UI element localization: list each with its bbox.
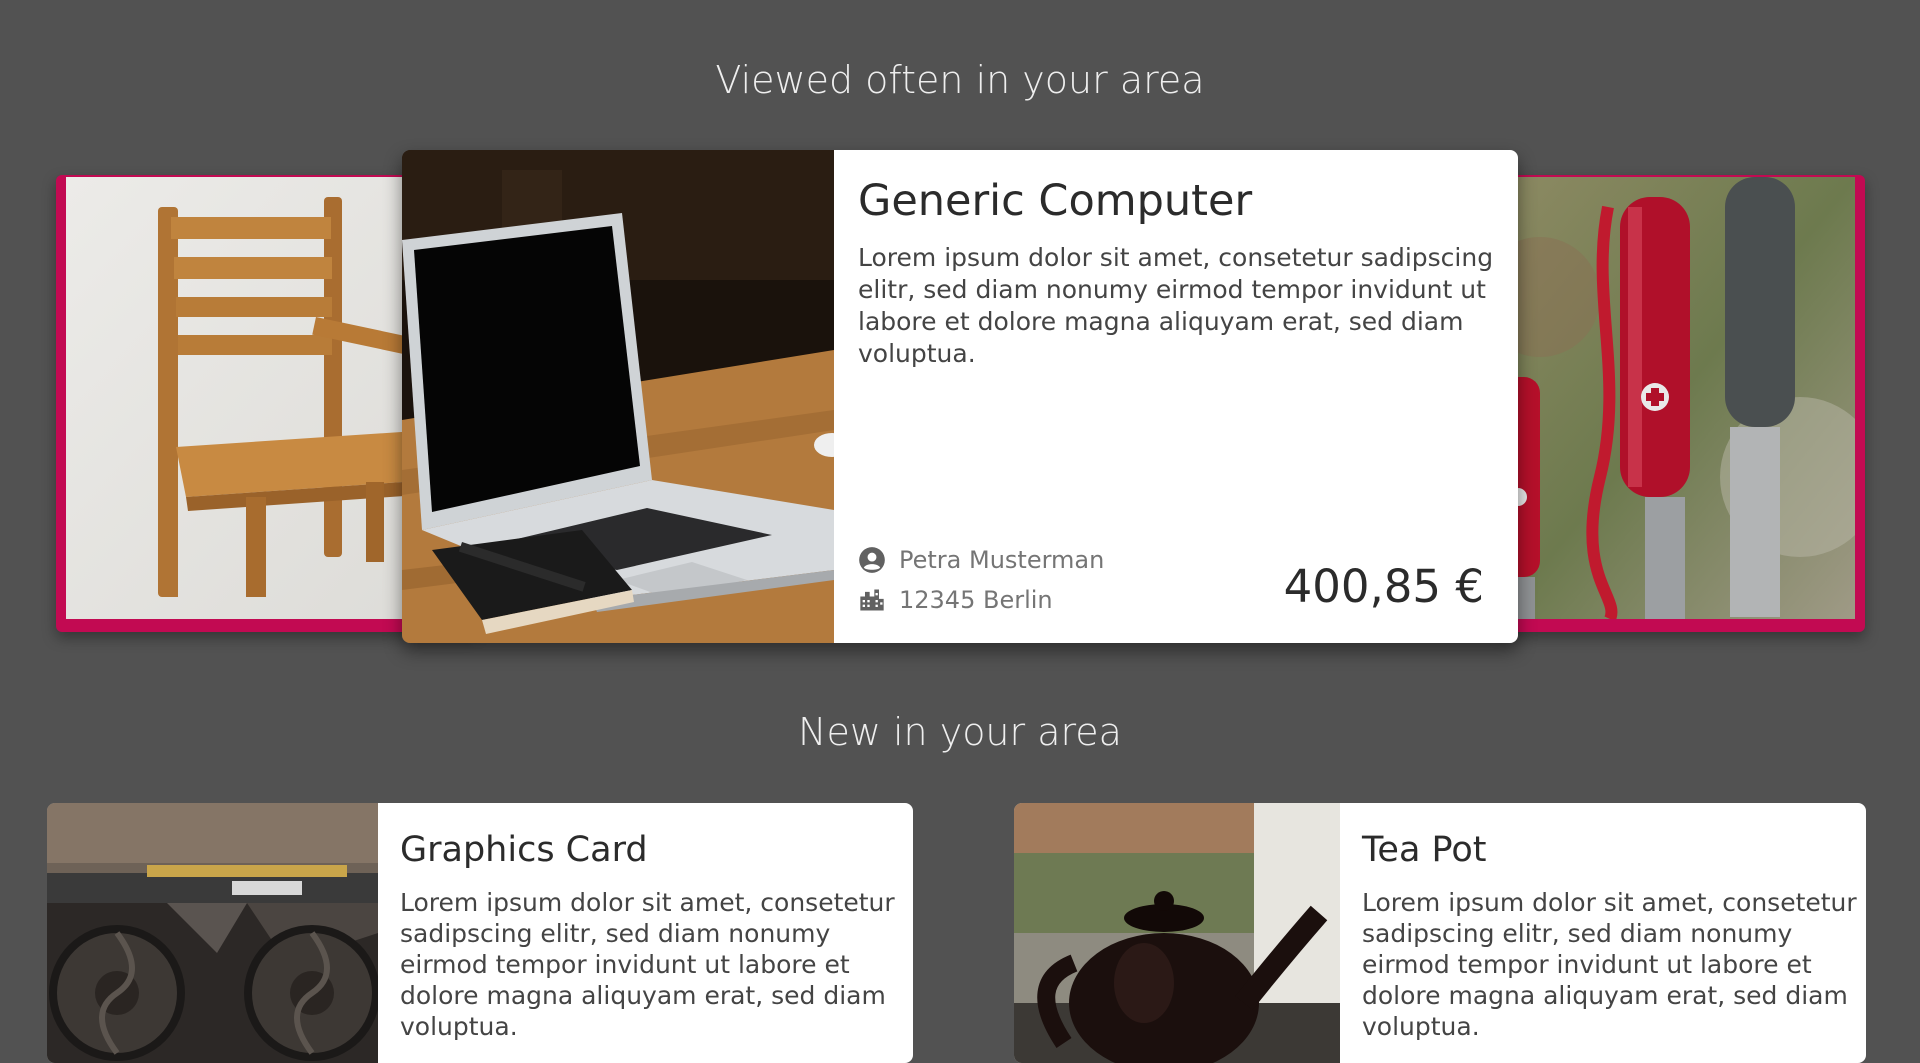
featured-item-price: 400,85 € (1283, 560, 1484, 613)
tea-pot-image (1014, 803, 1340, 1063)
seller-name: Petra Musterman (899, 546, 1105, 574)
account-circle-icon (858, 546, 886, 574)
city-icon (858, 586, 886, 614)
new-item-card-tea-pot[interactable]: Tea Pot Lorem ipsum dolor sit amet, cons… (1014, 803, 1866, 1063)
new-item-description: Lorem ipsum dolor sit amet, consetetur s… (400, 888, 895, 1041)
new-item-card-graphics-card[interactable]: Graphics Card Lorem ipsum dolor sit amet… (47, 803, 913, 1063)
new-item-title[interactable]: Graphics Card (400, 830, 648, 870)
viewed-often-heading: Viewed often in your area (715, 58, 1205, 102)
new-in-area-heading: New in your area (798, 710, 1122, 754)
featured-item-card[interactable]: Generic Computer Lorem ipsum dolor sit a… (402, 150, 1518, 643)
featured-item-title[interactable]: Generic Computer (858, 176, 1252, 226)
new-item-title[interactable]: Tea Pot (1362, 830, 1487, 870)
featured-item-description: Lorem ipsum dolor sit amet, consetetur s… (858, 243, 1494, 368)
new-item-description: Lorem ipsum dolor sit amet, consetetur s… (1362, 888, 1857, 1041)
graphics-card-image (47, 803, 378, 1063)
carousel-card-knives[interactable] (1500, 175, 1865, 632)
pocket-knives-image (1500, 177, 1855, 619)
laptop-image (402, 150, 834, 643)
seller-info: Petra Musterman (858, 546, 1104, 574)
location-info: 12345 Berlin (858, 586, 1053, 614)
location-text: 12345 Berlin (899, 586, 1053, 614)
